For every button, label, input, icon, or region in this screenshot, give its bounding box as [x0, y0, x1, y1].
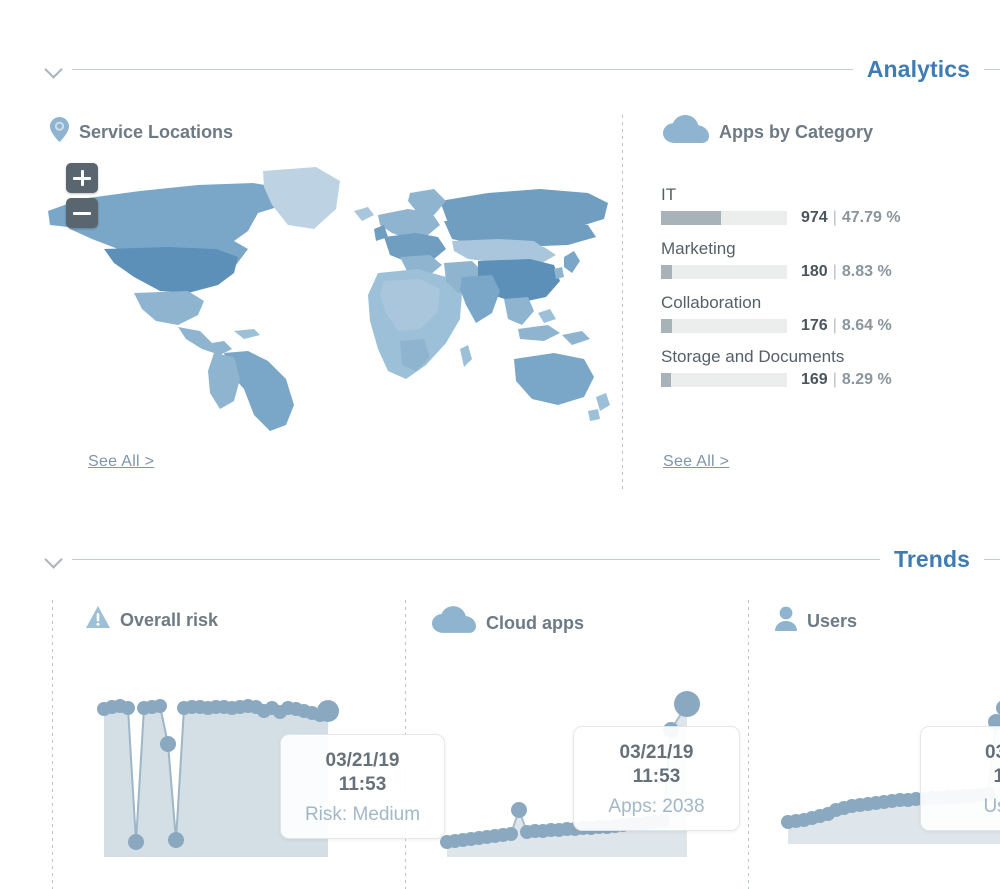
trends-row: Overall risk 03/21/19 11:53 Risk: Medium… — [0, 592, 1000, 889]
bar-fill — [661, 265, 673, 279]
user-icon — [775, 606, 797, 636]
section-title-analytics: Analytics — [866, 55, 970, 82]
tooltip-time: 11 — [993, 765, 1000, 787]
tooltip-date: 03/2 — [985, 742, 1000, 763]
chevron-down-icon[interactable] — [44, 549, 64, 569]
category-count: 974 | 47.79 % — [801, 209, 901, 226]
panel-title-label: Service Locations — [79, 121, 234, 142]
cloud-icon — [663, 115, 709, 150]
trend-title-label: Users — [807, 610, 858, 631]
value-separator: | — [832, 371, 837, 388]
bar-track — [661, 211, 787, 225]
apps-by-category-panel: Apps by Category IT 974 | 47.79 % Market… — [655, 105, 985, 495]
trend-panel-users: Users 0 1 U — [748, 592, 1000, 889]
bar-track — [661, 265, 787, 279]
category-label: Storage and Documents — [661, 347, 845, 366]
trend-title-cloud-apps: Cloud apps — [432, 606, 584, 640]
service-locations-title: Service Locations — [50, 117, 233, 147]
analytics-row: Service Locations See All > Apps by Cate… — [0, 105, 1000, 495]
service-locations-panel: Service Locations See All > — [48, 105, 623, 495]
category-meter: 176 | 8.64 % — [661, 317, 981, 335]
world-map[interactable] — [48, 153, 618, 433]
category-percent: 8.83 % — [841, 263, 892, 280]
bar-fill — [661, 373, 672, 387]
value-separator: | — [832, 209, 837, 226]
section-header-analytics[interactable]: Analytics — [44, 52, 1000, 86]
value-separator: | — [832, 263, 837, 280]
bar-track — [661, 319, 787, 333]
tooltip-date: 03/21/19 — [619, 742, 694, 763]
warning-triangle-icon — [86, 606, 110, 634]
category-percent: 47.79 % — [841, 209, 901, 226]
trend-title-overall-risk: Overall risk — [86, 606, 218, 634]
panel-title-label: Apps by Category — [719, 122, 874, 142]
category-count: 169 | 8.29 % — [801, 371, 892, 388]
category-meter: 180 | 8.83 % — [661, 263, 981, 281]
list-item[interactable]: IT 974 | 47.79 % — [661, 185, 981, 227]
section-header-trends[interactable]: Trends — [44, 542, 1000, 576]
bar-fill — [661, 319, 672, 333]
list-item[interactable]: Marketing 180 | 8.83 % — [661, 239, 981, 281]
map-pin-icon — [50, 117, 69, 147]
panel-divider — [622, 115, 623, 493]
category-percent: 8.64 % — [841, 317, 892, 334]
value-separator: | — [832, 317, 837, 334]
map-zoom-controls[interactable] — [66, 163, 98, 233]
bar-fill — [661, 211, 722, 225]
list-item[interactable]: Storage and Documents 169 | 8.29 % — [661, 347, 981, 389]
category-label: Collaboration — [661, 293, 762, 312]
trend-panel-overall-risk: Overall risk 03/21/19 11:53 Risk: Medium — [52, 592, 445, 889]
trend-title-label: Overall risk — [120, 609, 219, 630]
list-item[interactable]: Collaboration 176 | 8.64 % — [661, 293, 981, 335]
map-zoom-in-button[interactable] — [66, 163, 98, 193]
section-title-trends: Trends — [893, 545, 970, 572]
category-count: 180 | 8.83 % — [801, 263, 892, 280]
category-meter: 974 | 47.79 % — [661, 209, 981, 227]
service-locations-see-all-link[interactable]: See All > — [88, 453, 154, 471]
map-zoom-out-button[interactable] — [66, 198, 98, 228]
tooltip-time: 11:53 — [632, 765, 681, 787]
divider — [72, 68, 853, 70]
divider — [984, 558, 1000, 560]
category-label: Marketing — [661, 239, 736, 258]
trend-title-label: Cloud apps — [486, 612, 584, 633]
category-count: 176 | 8.64 % — [801, 317, 892, 334]
bar-track — [661, 373, 787, 387]
chevron-down-icon[interactable] — [44, 59, 64, 79]
divider — [72, 558, 880, 560]
divider — [984, 68, 1000, 70]
apps-by-category-title: Apps by Category — [663, 115, 873, 150]
trend-panel-cloud-apps: Cloud apps 03/21/19 11:53 Apps: 2038 — [405, 592, 748, 889]
category-percent: 8.29 % — [841, 371, 892, 388]
trend-title-users: Users — [775, 606, 857, 636]
tooltip-cloud-apps: 03/21/19 11:53 Apps: 2038 — [573, 726, 740, 831]
category-label: IT — [661, 185, 677, 204]
tooltip-users: 03/2 11 User — [920, 726, 1000, 831]
apps-by-category-see-all-link[interactable]: See All > — [663, 453, 729, 471]
category-meter: 169 | 8.29 % — [661, 371, 981, 389]
apps-category-list: IT 974 | 47.79 % Marketing 180 | 8.83 % … — [661, 185, 981, 401]
tooltip-value: Apps: 2038 — [608, 795, 705, 817]
cloud-icon — [432, 606, 476, 640]
tooltip-value: User — [983, 795, 1000, 817]
